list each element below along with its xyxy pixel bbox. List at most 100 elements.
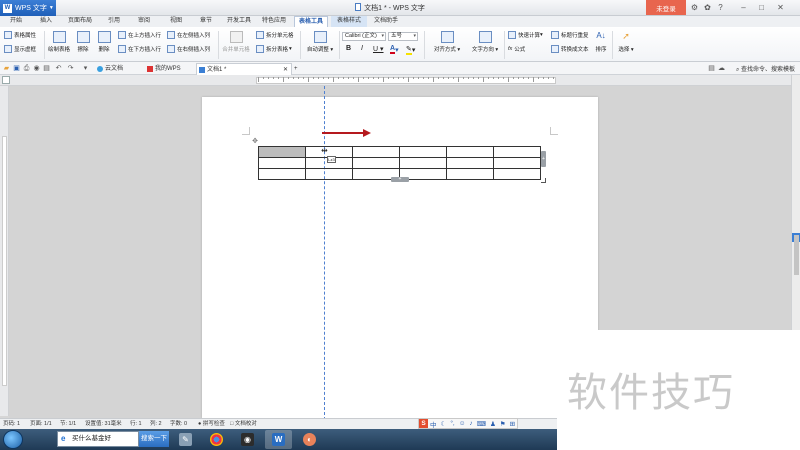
ime-language[interactable]: 中 [428, 419, 439, 429]
tab-insert[interactable]: 插入 [34, 16, 58, 27]
start-button[interactable] [3, 430, 23, 449]
split-table-button[interactable]: 拆分表格 ▾ [256, 45, 292, 53]
quick-calc-button[interactable]: 快速计算 ▾ [508, 31, 543, 39]
tab-page-layout[interactable]: 页面布局 [64, 16, 96, 27]
minimize-icon[interactable]: – [739, 3, 748, 12]
tab-special[interactable]: 特色应用 [258, 16, 290, 27]
preview-icon[interactable]: ◉ [33, 65, 40, 72]
table-cell[interactable] [446, 157, 494, 169]
taskbar-app-media[interactable]: ◉ [234, 430, 261, 449]
show-gridlines-button[interactable]: 显示虚框 [4, 45, 36, 53]
repeat-header-button[interactable]: 标题行重复 [551, 31, 589, 39]
status-word-count[interactable]: 字数: 0 [170, 419, 187, 429]
taskbar-app-other[interactable]: ◐ [296, 430, 323, 449]
tab-references[interactable]: 引用 [102, 16, 126, 27]
bold-icon[interactable]: B [346, 45, 351, 52]
text-direction-button[interactable]: 文字方向 ▾ [468, 31, 502, 53]
table-cell[interactable] [352, 157, 400, 169]
table-move-handle[interactable]: ✥ [251, 138, 259, 146]
underline-icon[interactable]: U ▾ [373, 45, 384, 53]
print-icon[interactable]: ⎙ [23, 65, 30, 72]
insert-row-above-button[interactable]: 在上方插入行 [118, 31, 161, 39]
grid-icon[interactable]: ⊞ [508, 420, 517, 428]
proofread-toggle[interactable]: □ 文档校对 [230, 419, 257, 429]
settings-icon[interactable]: ✿ [703, 3, 712, 12]
tab-cloud-docs[interactable]: 云文档 [95, 63, 135, 75]
table-cell[interactable] [446, 168, 494, 180]
tab-doc-assistant[interactable]: 文档助手 [370, 16, 402, 27]
scrollbar-thumb[interactable] [794, 235, 799, 275]
table-cell[interactable] [493, 168, 541, 180]
table-resize-handle[interactable] [541, 178, 546, 183]
add-column-button[interactable]: + [541, 151, 546, 167]
help-icon[interactable]: ? [716, 3, 725, 12]
insert-row-below-button[interactable]: 在下方插入行 [118, 45, 161, 53]
table-cell[interactable] [399, 157, 447, 169]
insert-col-left-button[interactable]: 在左侧插入列 [167, 31, 210, 39]
tab-table-tools[interactable]: 表格工具 [294, 16, 328, 27]
new-tab-button[interactable]: + [292, 63, 304, 75]
document-table[interactable] [258, 146, 541, 180]
status-page[interactable]: 页码: 1 [3, 419, 20, 429]
login-button[interactable]: 未登录 [646, 0, 686, 15]
undo-icon[interactable]: ↶ [55, 65, 62, 72]
shirt-icon[interactable]: ⚑ [498, 420, 508, 428]
italic-icon[interactable]: I [361, 45, 363, 52]
merge-cells-button[interactable]: 合并单元格 [218, 31, 254, 53]
table-cell[interactable] [446, 146, 494, 158]
table-cell[interactable] [493, 146, 541, 158]
font-size-select[interactable]: 五号 ▾ [388, 32, 418, 41]
horizontal-ruler[interactable] [0, 75, 800, 86]
vertical-ruler[interactable] [0, 86, 9, 416]
tab-my-wps[interactable]: 我的WPS [145, 63, 195, 75]
app-menu-button[interactable]: W WPS 文字 ▼ [0, 0, 56, 16]
tab-view[interactable]: 视图 [164, 16, 188, 27]
chevron-down-icon[interactable]: ▾ [82, 65, 89, 72]
save-icon[interactable]: ▣ [13, 65, 20, 72]
tab-review[interactable]: 审阅 [132, 16, 156, 27]
keyboard-icon[interactable]: ⌨ [475, 420, 488, 428]
table-cell[interactable] [258, 146, 306, 158]
table-properties-button[interactable]: 表格属性 [4, 31, 36, 39]
draw-table-button[interactable]: 绘制表格 [46, 31, 72, 53]
user-icon[interactable]: ♟ [488, 420, 498, 428]
font-color-icon[interactable]: A ▾ [390, 45, 399, 54]
close-icon[interactable]: ✕ [776, 3, 785, 12]
tab-stop-selector[interactable] [2, 76, 10, 84]
taskbar-search-input[interactable]: e 买什么基金好 [57, 431, 139, 447]
taskbar-app-tools[interactable]: ✎ [172, 430, 199, 449]
taskbar-app-chrome[interactable] [203, 430, 230, 449]
tab-chapter[interactable]: 章节 [194, 16, 218, 27]
highlight-icon[interactable]: ✎ ▾ [406, 45, 415, 55]
table-cell[interactable] [399, 146, 447, 158]
open-icon[interactable]: ▰ [3, 65, 10, 72]
emoji-icon[interactable]: ☺ [457, 420, 468, 427]
taskbar-app-wps[interactable]: W [265, 430, 292, 449]
table-cell[interactable] [258, 168, 306, 180]
spell-check-toggle[interactable]: ● 拼写检查 [198, 419, 225, 429]
microphone-icon[interactable]: ♪ [467, 420, 474, 427]
table-cell[interactable] [352, 146, 400, 158]
table-cell[interactable] [258, 157, 306, 169]
add-row-button[interactable]: + [391, 177, 409, 182]
ime-toolbar[interactable]: S 中 ☾ °, ☺ ♪ ⌨ ♟ ⚑ ⊞ [418, 418, 519, 429]
sort-button[interactable]: A↓ 排序 [591, 31, 611, 53]
punctuation-icon[interactable]: °, [448, 420, 456, 427]
insert-col-right-button[interactable]: 在右侧插入列 [167, 45, 210, 53]
tab-document1[interactable]: 文档1 * ✕ [196, 63, 292, 75]
font-name-select[interactable]: Calibri (正文) ▾ [342, 32, 386, 41]
split-cells-button[interactable]: 拆分单元格 [256, 31, 294, 39]
delete-button[interactable]: 删除 [91, 31, 117, 53]
tab-developer[interactable]: 开发工具 [224, 16, 254, 27]
taskbar-search-button[interactable]: 搜索一下 [139, 431, 169, 447]
maximize-icon[interactable]: □ [757, 3, 766, 12]
convert-text-button[interactable]: 转换成文本 [551, 45, 589, 53]
moon-icon[interactable]: ☾ [439, 420, 449, 428]
pdf-icon[interactable]: ▤ [43, 65, 50, 72]
tab-table-style[interactable]: 表格样式 [331, 16, 367, 27]
formula-button[interactable]: fx 公式 [508, 45, 525, 53]
command-search-input[interactable]: ⌕ 查找命令、搜索模板 [736, 64, 795, 74]
feedback-icon[interactable]: ▤ [708, 65, 715, 72]
skin-icon[interactable]: ⚙ [690, 3, 699, 12]
tab-home[interactable]: 开始 [4, 16, 28, 27]
